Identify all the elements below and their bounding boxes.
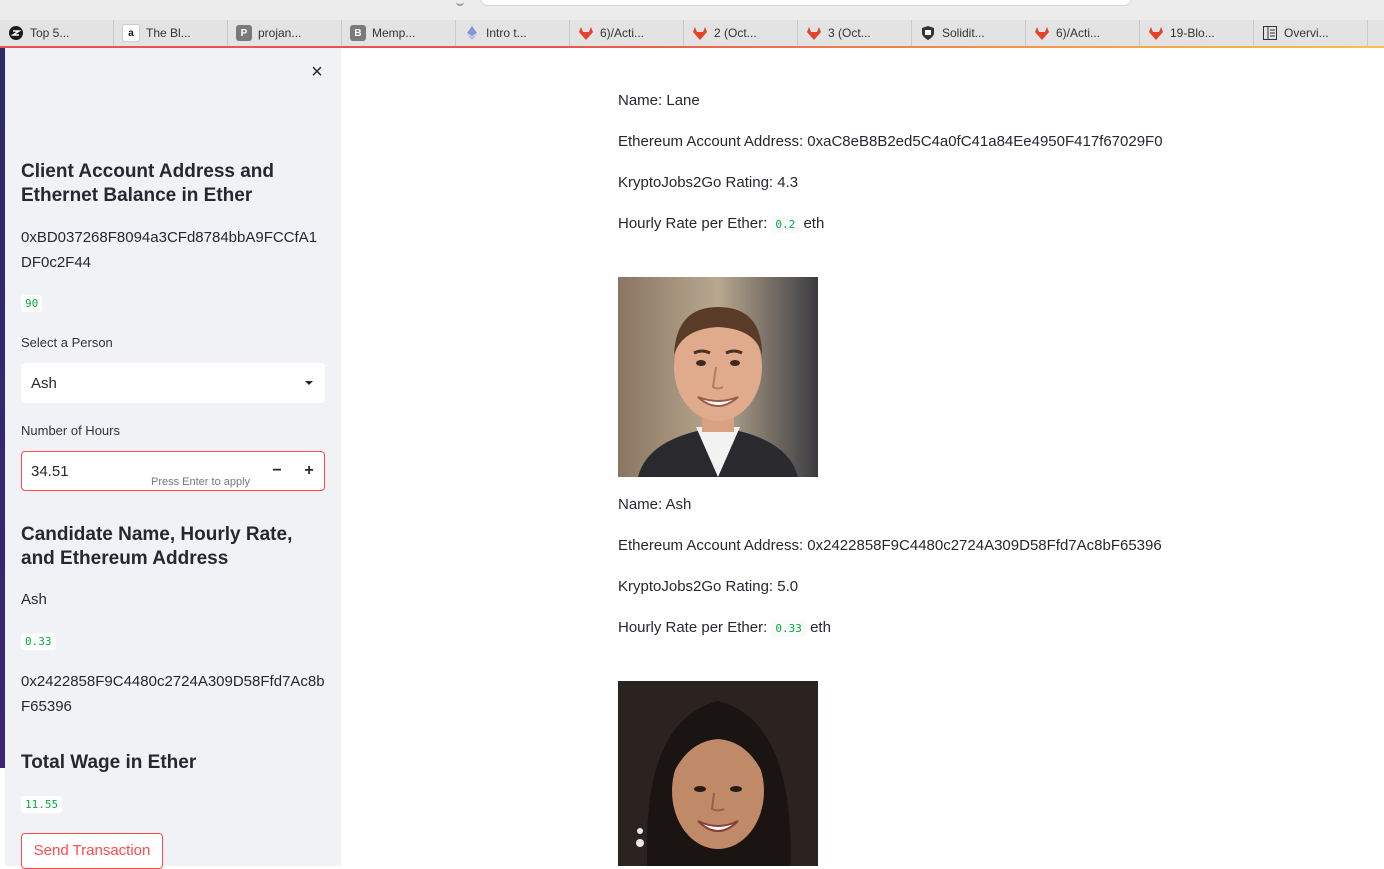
hours-input[interactable]: 34.51 Press Enter to apply − + [21, 451, 325, 491]
decrement-button[interactable]: − [264, 458, 290, 484]
browser-tab[interactable]: 2 (Oct... [684, 20, 798, 46]
browser-tab-label: 6)/Acti... [600, 26, 645, 40]
p-icon: P [236, 25, 252, 41]
rate-value: 0.33 [771, 620, 806, 637]
person-rate: Hourly Rate per Ether: 0.33 eth [618, 619, 831, 637]
b-icon: B [350, 25, 366, 41]
browser-tab[interactable]: Top 5... [0, 20, 114, 46]
wage-heading: Total Wage in Ether [21, 752, 197, 773]
shield-icon [920, 25, 936, 41]
rate-label: Hourly Rate per Ether: [618, 619, 768, 636]
increment-button[interactable]: + [296, 458, 322, 484]
browser-tab-label: Top 5... [30, 26, 70, 40]
browser-tab-label: 19-Blo... [1170, 26, 1215, 40]
browser-tab-label: 6)/Acti... [1056, 26, 1101, 40]
browser-tab[interactable]: 6)/Acti... [1026, 20, 1140, 46]
browser-tab[interactable]: a The Bl... [114, 20, 228, 46]
close-icon[interactable]: × [307, 62, 327, 82]
gitlab-icon [1034, 25, 1050, 41]
browser-tab[interactable]: Overvi... [1254, 20, 1368, 46]
rate-label: Hourly Rate per Ether: [618, 215, 768, 232]
browser-tab[interactable]: 6)/Acti... [570, 20, 684, 46]
chevron-down-icon [305, 381, 313, 385]
browser-tab-label: Overvi... [1284, 26, 1329, 40]
gitlab-icon [806, 25, 822, 41]
main-content: Name: Lane Ethereum Account Address: 0xa… [341, 48, 1384, 866]
browser-tab-label: Intro t... [486, 26, 527, 40]
address-bar[interactable] [480, 0, 1132, 6]
browser-tab[interactable]: P projan... [228, 20, 342, 46]
hours-value[interactable]: 34.51 [31, 463, 69, 480]
person-address: Ethereum Account Address: 0xaC8eB8B2ed5C… [618, 133, 1163, 150]
browser-tab[interactable]: B Memp... [342, 20, 456, 46]
select-person-label: Select a Person [21, 335, 113, 350]
browser-tab-label: 2 (Oct... [714, 26, 757, 40]
browser-tab[interactable]: Solidit... [912, 20, 1026, 46]
browser-tab[interactable]: 19-Blo... [1140, 20, 1254, 46]
candidate-name: Ash [21, 591, 47, 608]
reload-icon[interactable] [456, 0, 464, 6]
wage-value: 11.55 [21, 796, 63, 813]
rate-unit: eth [803, 215, 825, 232]
browser-tab[interactable]: Intro t... [456, 20, 570, 46]
person-photo [618, 681, 818, 866]
browser-tab-label: The Bl... [146, 26, 191, 40]
browser-tab-label: projan... [258, 26, 302, 40]
sidebar: × Client Account Address and Ethernet Ba… [5, 48, 341, 869]
person-rating: KryptoJobs2Go Rating: 5.0 [618, 578, 799, 595]
browser-tab-bar: Top 5... a The Bl... P projan... B Memp.… [0, 20, 1384, 48]
person-name: Name: Lane [618, 92, 700, 109]
ethereum-icon [464, 25, 480, 41]
candidate-rate: 0.33 [21, 633, 56, 650]
client-balance: 90 [21, 295, 43, 312]
gitlab-icon [578, 25, 594, 41]
rate-unit: eth [810, 619, 831, 636]
person-select-value: Ash [31, 374, 57, 392]
browser-tab-label: Solidit... [942, 26, 985, 40]
columns-icon [1262, 25, 1278, 41]
candidate-heading: Candidate Name, Hourly Rate, and Ethereu… [21, 524, 293, 569]
person-name: Name: Ash [618, 496, 692, 513]
browser-toolbar [0, 0, 1384, 20]
browser-tab-label: 3 (Oct... [828, 26, 871, 40]
person-photo [618, 277, 818, 477]
browser-tab[interactable]: 3 (Oct... [798, 20, 912, 46]
gitlab-icon [692, 25, 708, 41]
z-logo-icon [8, 25, 24, 41]
browser-tab-label: Memp... [372, 26, 416, 40]
person-select[interactable]: Ash [21, 363, 325, 403]
hours-label: Number of Hours [21, 423, 120, 438]
send-transaction-button[interactable]: Send Transaction [21, 833, 163, 869]
person-rate: Hourly Rate per Ether: 0.2 eth [618, 215, 824, 233]
person-address: Ethereum Account Address: 0x2422858F9C44… [618, 537, 1162, 554]
hours-hint: Press Enter to apply [151, 476, 251, 488]
rate-value: 0.2 [771, 216, 800, 233]
person-rating: KryptoJobs2Go Rating: 4.3 [618, 174, 799, 191]
client-address: 0xBD037268F8094a3CFd8784bbA9FCCfA1DF0c2F… [21, 229, 318, 271]
gitlab-icon [1148, 25, 1164, 41]
amazon-icon: a [122, 24, 140, 42]
candidate-address: 0x2422858F9C4480c2724A309D58Ffd7Ac8bF653… [21, 673, 325, 715]
client-heading: Client Account Address and Ethernet Bala… [21, 161, 275, 206]
